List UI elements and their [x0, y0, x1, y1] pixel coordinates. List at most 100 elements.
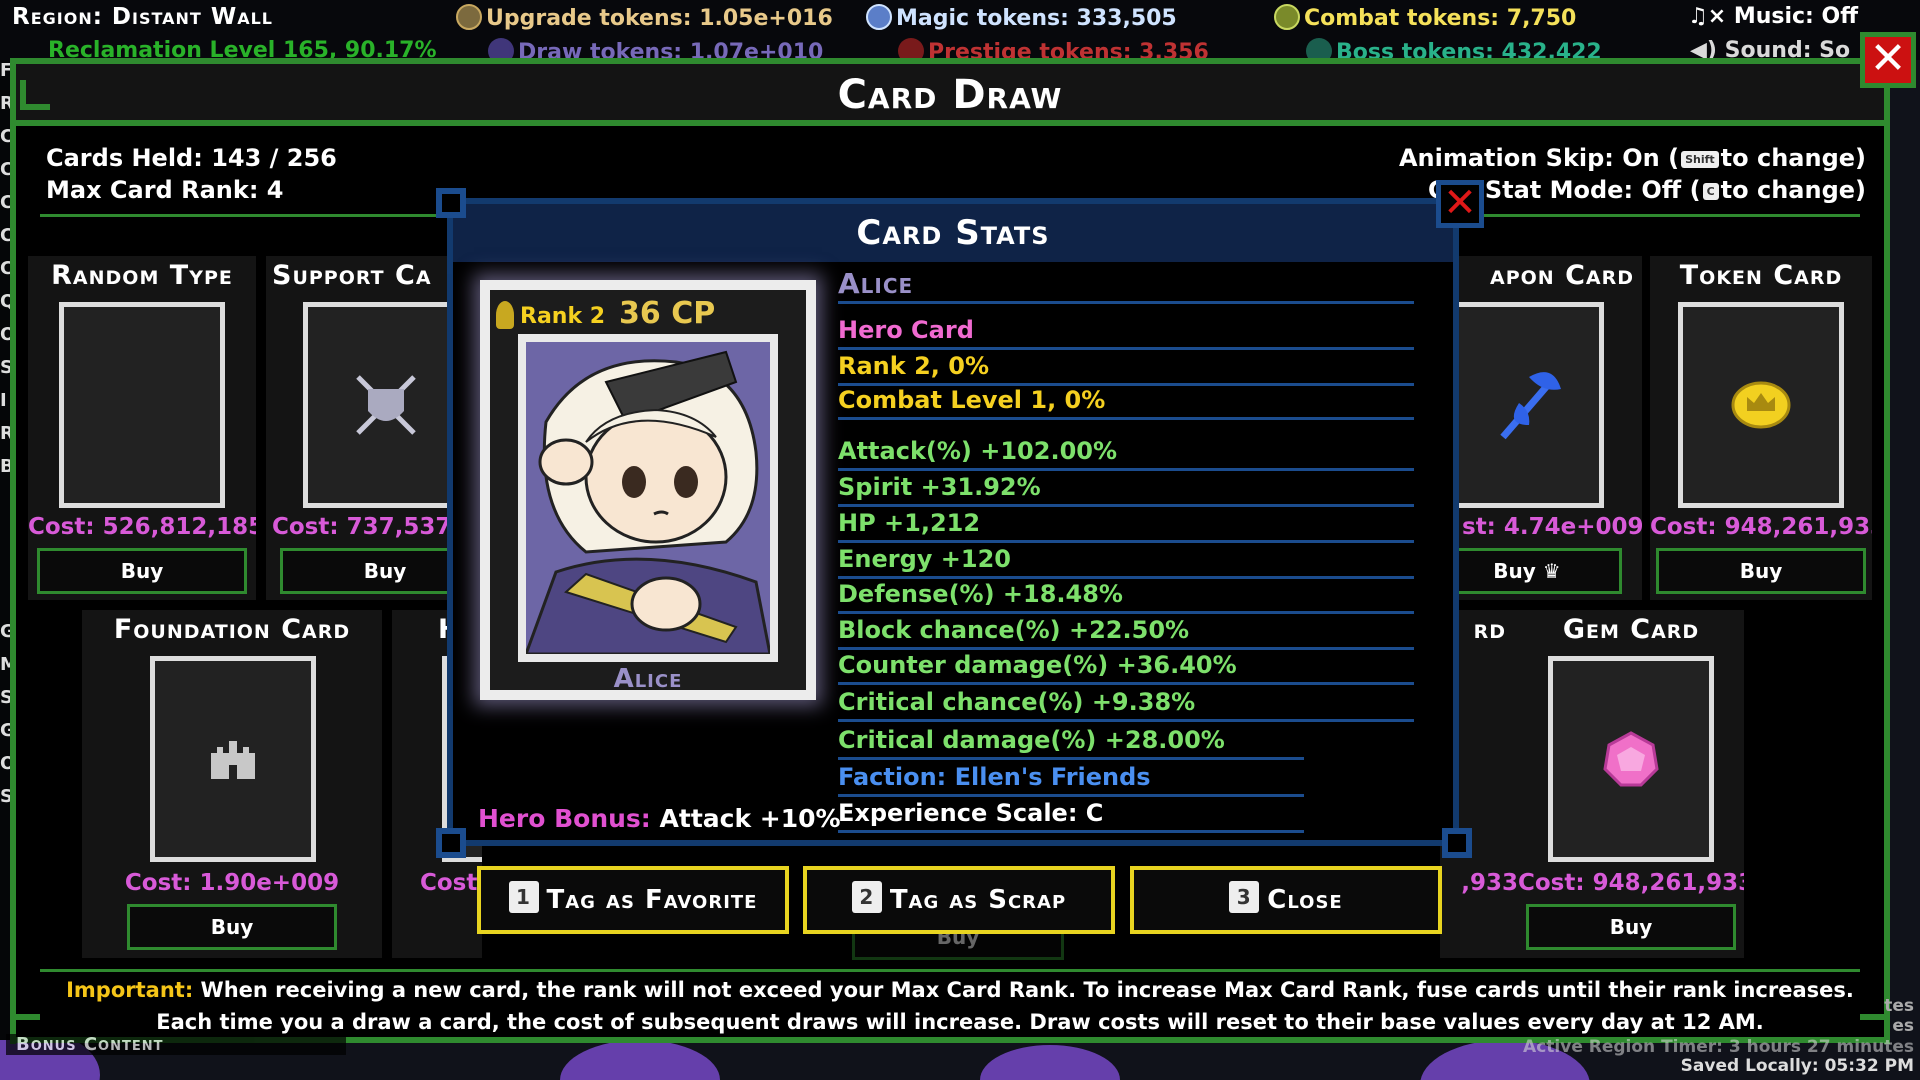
gold-crown-coin-icon — [1731, 381, 1791, 429]
max-card-rank: Max Card Rank: 4 — [46, 176, 284, 204]
alice-portrait-art — [526, 342, 770, 654]
animation-skip-setting[interactable]: Animation Skip: On (Shift to change) — [1399, 144, 1866, 172]
buy-support-button[interactable]: Buy — [280, 548, 456, 594]
combat-tokens: Combat tokens: 7,750 — [1274, 4, 1576, 31]
card-frame — [150, 656, 316, 862]
stat-rank: Rank 2, 0% — [838, 350, 1414, 386]
crown-icon: ♛ — [1542, 559, 1561, 583]
stat-counter-damage: Counter damage(%) +36.40% — [838, 649, 1414, 685]
tag-favorite-button[interactable]: 1 Tag as Favorite — [477, 866, 789, 934]
modal-corner-decoration — [436, 188, 466, 218]
hero-card-preview: Rank 2 36 CP Alice — [480, 280, 816, 700]
slot-cost: st: 4.74e+009 — [1462, 514, 1642, 540]
card-frame — [303, 302, 456, 508]
music-off-icon: ♫× — [1688, 4, 1727, 29]
important-line-1: When receiving a new card, the rank will… — [200, 978, 1854, 1002]
side-fragment: tes — [1884, 996, 1914, 1016]
stat-experience-scale: Experience Scale: C — [838, 797, 1304, 833]
foundation-card-slot: Foundation Card Cost: 1.90e+009 Buy — [82, 610, 382, 958]
stat-card-type: Hero Card — [838, 314, 1414, 350]
support-card-slot: Support Ca Cost: 737,537, Buy — [266, 256, 456, 600]
alice-illustration — [526, 342, 770, 654]
panel-corner-decoration — [20, 80, 50, 110]
hero-portrait — [518, 334, 778, 662]
background-foliage — [980, 1045, 1120, 1080]
weapon-card-slot: apon Card st: 4.74e+009 Buy ♛ — [1452, 256, 1642, 600]
background-foliage — [560, 1040, 720, 1080]
side-fragment: es — [1892, 1016, 1914, 1036]
crossed-swords-shield-icon — [356, 375, 416, 435]
card-frame — [59, 302, 225, 508]
modal-corner-decoration — [1442, 828, 1472, 858]
slot-cost: ,933 — [1461, 870, 1518, 896]
card-frame — [1452, 302, 1604, 508]
slot-title: Random Type — [51, 260, 233, 291]
close-panel-button[interactable]: ✕ — [1860, 32, 1916, 88]
stat-critical-chance: Critical chance(%) +9.38% — [838, 686, 1414, 722]
slot-title: apon Card — [1489, 260, 1634, 291]
footer-divider — [40, 969, 1860, 972]
random-type-slot: Random Type Cost: 526,812,185 Buy — [28, 256, 256, 600]
slot-cost: Cost: 948,261,933 — [1518, 870, 1744, 896]
card-rank-row: Rank 2 36 CP — [496, 296, 715, 331]
modal-corner-decoration — [436, 828, 466, 858]
important-label: Important: — [66, 978, 194, 1002]
close-button[interactable]: 3 Close — [1130, 866, 1442, 934]
panel-title: Card Draw — [16, 64, 1884, 126]
c-key-icon: C — [1702, 183, 1719, 200]
stat-name: Alice — [838, 268, 1414, 304]
buy-weapon-button[interactable]: Buy ♛ — [1452, 548, 1622, 594]
stat-block-chance: Block chance(%) +22.50% — [838, 614, 1414, 650]
important-notice: Important: When receiving a new card, th… — [20, 974, 1900, 1038]
region-label: Region: Distant Wall — [12, 4, 274, 30]
stat-attack: Attack(%) +102.00% — [838, 435, 1414, 471]
tag-scrap-button[interactable]: 2 Tag as Scrap — [803, 866, 1115, 934]
buy-random-button[interactable]: Buy — [37, 548, 247, 594]
slot-cost: Cost: 948,261,933 — [1650, 514, 1872, 540]
buy-token-button[interactable]: Buy — [1656, 548, 1866, 594]
hero-card-inner: Rank 2 36 CP Alice — [490, 290, 806, 694]
buy-foundation-button[interactable]: Buy — [127, 904, 337, 950]
upgrade-tokens: Upgrade tokens: 1.05e+016 — [456, 4, 833, 31]
card-frame — [1548, 656, 1714, 862]
bonus-content-label[interactable]: Bonus Content — [6, 1034, 346, 1055]
close-modal-button[interactable]: ✕ — [1436, 180, 1484, 228]
stat-spirit: Spirit +31.92% — [838, 471, 1414, 507]
upgrade-token-icon — [456, 4, 482, 30]
magic-tokens: Magic tokens: 333,505 — [866, 4, 1177, 31]
key-3-icon: 3 — [1229, 881, 1260, 913]
stat-defense: Defense(%) +18.48% — [838, 578, 1414, 614]
key-2-icon: 2 — [851, 881, 882, 913]
card-frame — [1678, 302, 1844, 508]
pink-gem-icon — [1603, 731, 1659, 787]
hero-bonus: Hero Bonus: Attack +10% — [478, 804, 841, 833]
slot-title: Gem Card — [1562, 614, 1700, 645]
modal-title: Card Stats — [453, 204, 1453, 262]
key-1-icon: 1 — [508, 881, 539, 913]
token-card-slot: Token Card Cost: 948,261,933 Buy — [1650, 256, 1872, 600]
slot-cost: Cost: 526,812,185 — [28, 514, 256, 540]
magic-token-icon — [866, 4, 892, 30]
slot-title: Token Card — [1679, 260, 1843, 291]
stat-energy: Energy +120 — [838, 543, 1414, 579]
stat-critical-damage: Critical damage(%) +28.00% — [838, 724, 1304, 760]
stat-combat-level: Combat Level 1, 0% — [838, 384, 1414, 420]
castle-icon — [211, 741, 255, 779]
buy-gem-button[interactable]: Buy — [1526, 904, 1736, 950]
saved-locally-status: Saved Locally: 05:32 PM — [1680, 1056, 1914, 1076]
battle-axe-icon — [1500, 372, 1561, 440]
stat-hp: HP +1,212 — [838, 507, 1414, 543]
rank-medal-icon — [496, 301, 514, 329]
slot-title: Foundation Card — [113, 614, 351, 645]
close-icon: ✕ — [1443, 180, 1477, 226]
stat-mode-setting[interactable]: Stat Mode: Off (Cto change) — [1485, 176, 1866, 204]
stat-faction: Faction: Ellen's Friends — [838, 761, 1304, 797]
gem-card-slot: Gem Card Cost: 948,261,933 Buy — [1518, 610, 1744, 958]
slot-cost: Cost — [420, 870, 478, 896]
combat-token-icon — [1274, 4, 1300, 30]
top-status-bar: Region: Distant Wall Reclamation Level 1… — [0, 0, 1920, 65]
slot-cost: Cost: 1.90e+009 — [124, 870, 340, 896]
slot-cost: Cost: 737,537, — [272, 514, 456, 540]
music-toggle[interactable]: ♫× Music: Off — [1688, 4, 1858, 29]
active-region-timer: Active Region Timer: 3 hours 27 minutes — [1523, 1037, 1914, 1057]
